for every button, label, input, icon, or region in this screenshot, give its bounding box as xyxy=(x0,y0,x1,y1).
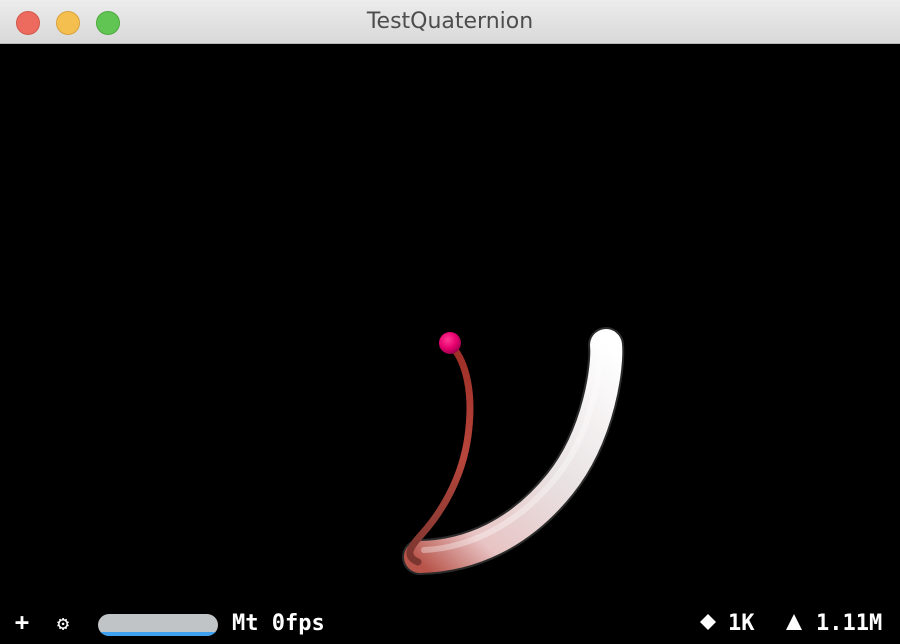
title-bar[interactable]: TestQuaternion xyxy=(0,0,900,44)
thin-curve xyxy=(406,340,474,566)
triangles-count: 1.11M xyxy=(816,611,883,636)
plus-icon[interactable]: + xyxy=(12,610,32,634)
thick-tube xyxy=(404,329,623,573)
gear-icon[interactable]: ⚙ xyxy=(52,612,74,634)
statistics-bar: + ⚙ Mt 0fps 1K 1.11M xyxy=(0,604,900,644)
pink-sphere[interactable] xyxy=(439,332,461,354)
diamond-icon xyxy=(700,614,716,630)
nodes-count: 1K xyxy=(728,611,755,636)
performance-bar xyxy=(98,614,218,636)
window-title: TestQuaternion xyxy=(366,9,534,34)
scene-viewport[interactable] xyxy=(0,44,900,644)
renderer-fps: Mt 0fps xyxy=(232,611,325,636)
performance-bar-fill xyxy=(98,632,218,636)
scene-render[interactable] xyxy=(0,44,900,644)
app-window: TestQuaternion + ⚙ Mt 0fps 1K 1.11M xyxy=(0,0,900,644)
thick-tube-highlight xyxy=(421,337,604,553)
triangle-icon xyxy=(786,614,802,630)
